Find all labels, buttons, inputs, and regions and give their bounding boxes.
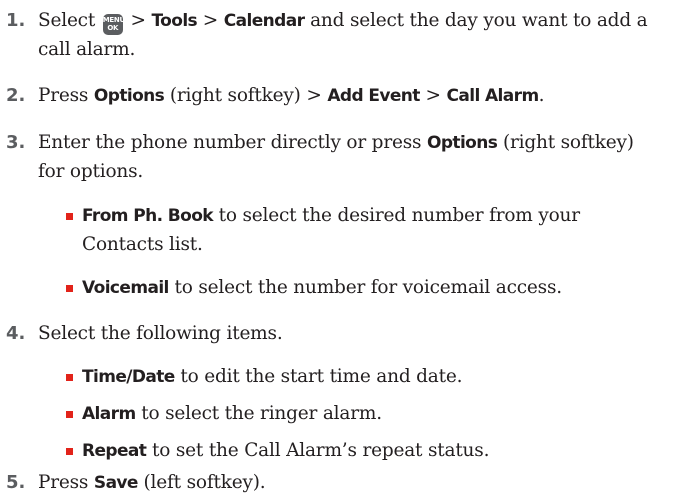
bullet-marker (66, 448, 73, 455)
step-number: 1. (6, 10, 26, 31)
step-number: 5. (6, 472, 26, 493)
step-number: 2. (6, 85, 26, 106)
menu-ok-key-icon: MENU OK (102, 14, 125, 35)
step-text: Press Save (left softkey). (38, 472, 266, 493)
bullet-marker (66, 374, 73, 381)
step-text: Press Options (right softkey) > Add Even… (38, 85, 545, 106)
step-text: Select MENU OK > Tools > Calendar and sel… (38, 8, 648, 35)
step-number: 3. (6, 132, 26, 153)
instruction-page: 1. Select MENU OK > Tools > Calendar and … (0, 0, 682, 493)
step-number: 4. (6, 323, 26, 344)
bullet-marker (66, 411, 73, 418)
step-text: Select the following items. (38, 323, 283, 344)
step-text: Enter the phone number directly or press… (38, 132, 634, 153)
bullet-marker (66, 213, 73, 220)
bullet-marker (66, 285, 73, 292)
